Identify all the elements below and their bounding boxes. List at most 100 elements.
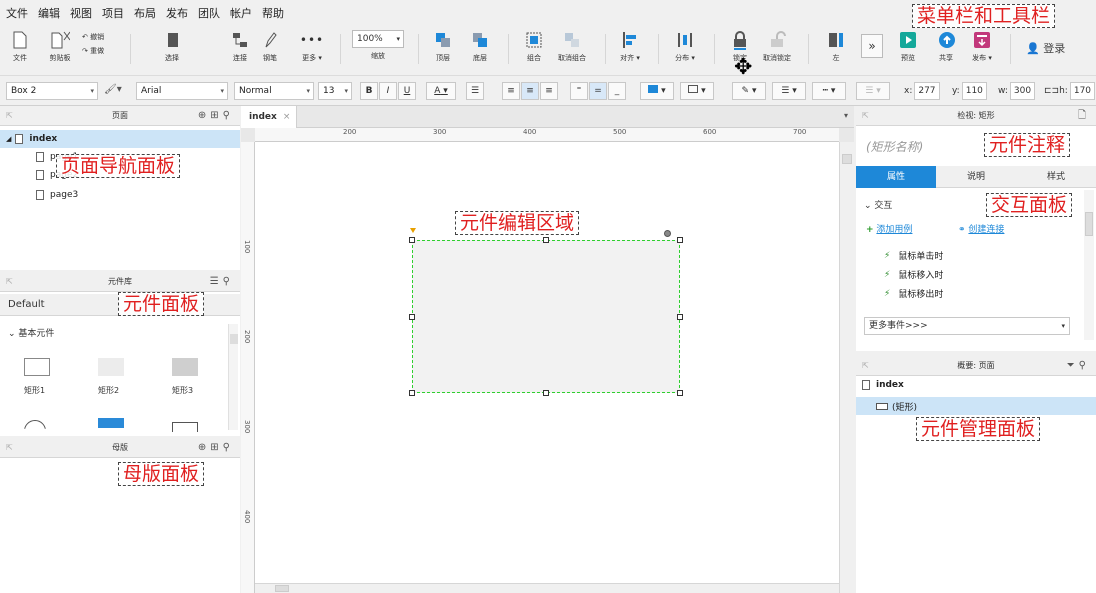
event-item[interactable]: ⚡ 鼠标单击时 — [884, 249, 943, 263]
login-button[interactable]: 👤 登录 — [1026, 40, 1065, 56]
scroll-thumb[interactable] — [275, 585, 289, 592]
line-style-button[interactable]: ┅ ▾ — [812, 82, 846, 100]
menu-team[interactable]: 团队 — [198, 5, 220, 21]
resize-handle[interactable] — [543, 237, 549, 243]
w-field[interactable]: w: 300 — [998, 82, 1036, 100]
tab-index[interactable]: index × — [241, 106, 297, 128]
filter-icon[interactable]: ⏷ — [1067, 360, 1079, 371]
editor-horizontal-scrollbar[interactable] — [255, 583, 839, 593]
preview-button[interactable]: 预览 — [888, 30, 928, 63]
add-folder-icon[interactable]: ⊞ — [210, 110, 222, 121]
align-right-text-button[interactable]: ≡ — [540, 82, 558, 100]
ungroup-button[interactable]: 取消组合 — [552, 30, 592, 63]
resize-handle[interactable] — [409, 314, 415, 320]
widget-image[interactable] — [98, 418, 124, 428]
line-width-button[interactable]: ☰ ▾ — [772, 82, 806, 100]
line-color-button[interactable]: ✎ ▾ — [732, 82, 766, 100]
font-size-select[interactable]: 13 ▾ — [318, 82, 352, 100]
italic-button[interactable]: I — [379, 82, 397, 100]
y-field[interactable]: y: 110 — [952, 82, 987, 100]
share-button[interactable]: 共享 — [926, 30, 966, 63]
scroll-thumb[interactable] — [842, 154, 852, 164]
scroll-thumb[interactable] — [1085, 212, 1093, 236]
send-to-bottom-button[interactable]: 底层 — [460, 30, 500, 63]
add-master-icon[interactable]: ⊕ — [198, 442, 210, 453]
close-icon[interactable]: × — [283, 112, 291, 122]
notes-icon[interactable]: 🗋 — [1078, 110, 1090, 121]
bring-to-top-button[interactable]: 顶层 — [423, 30, 463, 63]
h-field[interactable]: ⊏⊐h: 170 — [1044, 82, 1096, 100]
collapse-icon[interactable]: ⇱ — [6, 438, 13, 458]
corner-radius-handle[interactable] — [410, 228, 416, 233]
widget-name-select[interactable]: Box 2 ▾ — [6, 82, 98, 100]
font-weight-select[interactable]: Normal ▾ — [234, 82, 314, 100]
align-center-text-button[interactable]: ≡ — [521, 82, 539, 100]
tab-properties[interactable]: 属性 — [856, 166, 936, 188]
arrow-style-button[interactable]: ☰ ▾ — [856, 82, 890, 100]
more-events-select[interactable]: 更多事件>>> ▾ — [864, 317, 1070, 335]
distribute-button[interactable]: 分布 ▾ — [665, 30, 705, 63]
align-button[interactable]: 对齐 ▾ — [610, 30, 650, 63]
create-link-link[interactable]: ⚭ 创建连接 — [958, 222, 1004, 235]
resize-handle[interactable] — [677, 237, 683, 243]
event-item[interactable]: ⚡ 鼠标移出时 — [884, 287, 943, 301]
widget-rectangle-3[interactable] — [172, 358, 198, 376]
resize-handle[interactable] — [409, 390, 415, 396]
resize-handle[interactable] — [677, 390, 683, 396]
tab-style[interactable]: 样式 — [1016, 166, 1096, 188]
expand-triangle-icon[interactable]: ◢ — [6, 135, 11, 143]
menu-icon[interactable]: ☰ — [210, 276, 223, 287]
outline-item[interactable]: (矩形) — [856, 397, 1096, 415]
group-button[interactable]: 组合 — [514, 30, 554, 63]
zoom-select[interactable]: 100% ▾ 缩放 — [351, 30, 405, 61]
widget-placeholder[interactable] — [172, 422, 198, 432]
file-button[interactable]: 文件 — [0, 30, 40, 63]
add-page-icon[interactable]: ⊕ — [198, 110, 210, 121]
widget-rectangle-2[interactable] — [98, 358, 124, 376]
bold-button[interactable]: B — [360, 82, 378, 100]
library-scrollbar[interactable] — [228, 324, 238, 430]
style-format-icon[interactable]: 🖌▾ — [104, 84, 122, 95]
widget-rectangle-1[interactable] — [24, 358, 50, 376]
font-family-select[interactable]: Arial ▾ — [136, 82, 228, 100]
font-color-button[interactable]: A ▾ — [426, 82, 456, 100]
collapse-icon[interactable]: ⇱ — [6, 106, 13, 126]
scroll-thumb[interactable] — [229, 334, 238, 344]
select-button[interactable]: 选择 — [152, 30, 192, 63]
unlock-button[interactable]: 取消锁定 — [757, 30, 797, 63]
align-left-text-button[interactable]: ≡ — [502, 82, 520, 100]
underline-button[interactable]: U — [398, 82, 416, 100]
resize-handle[interactable] — [409, 237, 415, 243]
outline-root[interactable]: index — [862, 380, 904, 390]
shadow-button[interactable]: ▾ — [680, 82, 714, 100]
rotate-handle[interactable] — [664, 230, 671, 237]
page-tree-root[interactable]: ◢ index — [0, 130, 240, 148]
collapse-icon[interactable]: ⇱ — [862, 356, 869, 376]
menu-file[interactable]: 文件 — [6, 5, 28, 21]
tab-notes[interactable]: 说明 — [936, 166, 1016, 188]
menu-account[interactable]: 帐户 — [230, 5, 252, 21]
resize-handle[interactable] — [543, 390, 549, 396]
search-icon[interactable]: ⚲ — [223, 276, 234, 287]
menu-layout[interactable]: 布局 — [134, 5, 156, 21]
resize-handle[interactable] — [677, 314, 683, 320]
search-icon[interactable]: ⚲ — [1079, 360, 1090, 371]
menu-project[interactable]: 项目 — [102, 5, 124, 21]
lock-ratio-icon[interactable]: ⊏⊐ — [1044, 86, 1059, 96]
expand-toolbar-button[interactable]: » — [852, 34, 892, 58]
left-button[interactable]: 左 — [816, 30, 856, 63]
valign-middle-button[interactable]: = — [589, 82, 607, 100]
interaction-section[interactable]: ⌄ 交互 — [864, 198, 892, 211]
search-icon[interactable]: ⚲ — [223, 442, 234, 453]
more-button[interactable]: ••• 更多 ▾ — [292, 30, 332, 63]
fill-color-button[interactable]: ▾ — [640, 82, 674, 100]
publish-button[interactable]: 发布 ▾ — [962, 30, 1002, 63]
x-field[interactable]: x: 277 — [904, 82, 940, 100]
design-canvas[interactable] — [255, 142, 839, 583]
search-icon[interactable]: ⚲ — [223, 110, 234, 121]
menu-edit[interactable]: 编辑 — [38, 5, 60, 21]
editor-vertical-scrollbar[interactable] — [839, 142, 854, 593]
collapse-icon[interactable]: ⇱ — [6, 272, 13, 292]
add-folder-icon[interactable]: ⊞ — [210, 442, 222, 453]
zoom-value-box[interactable]: 100% ▾ — [352, 30, 404, 48]
